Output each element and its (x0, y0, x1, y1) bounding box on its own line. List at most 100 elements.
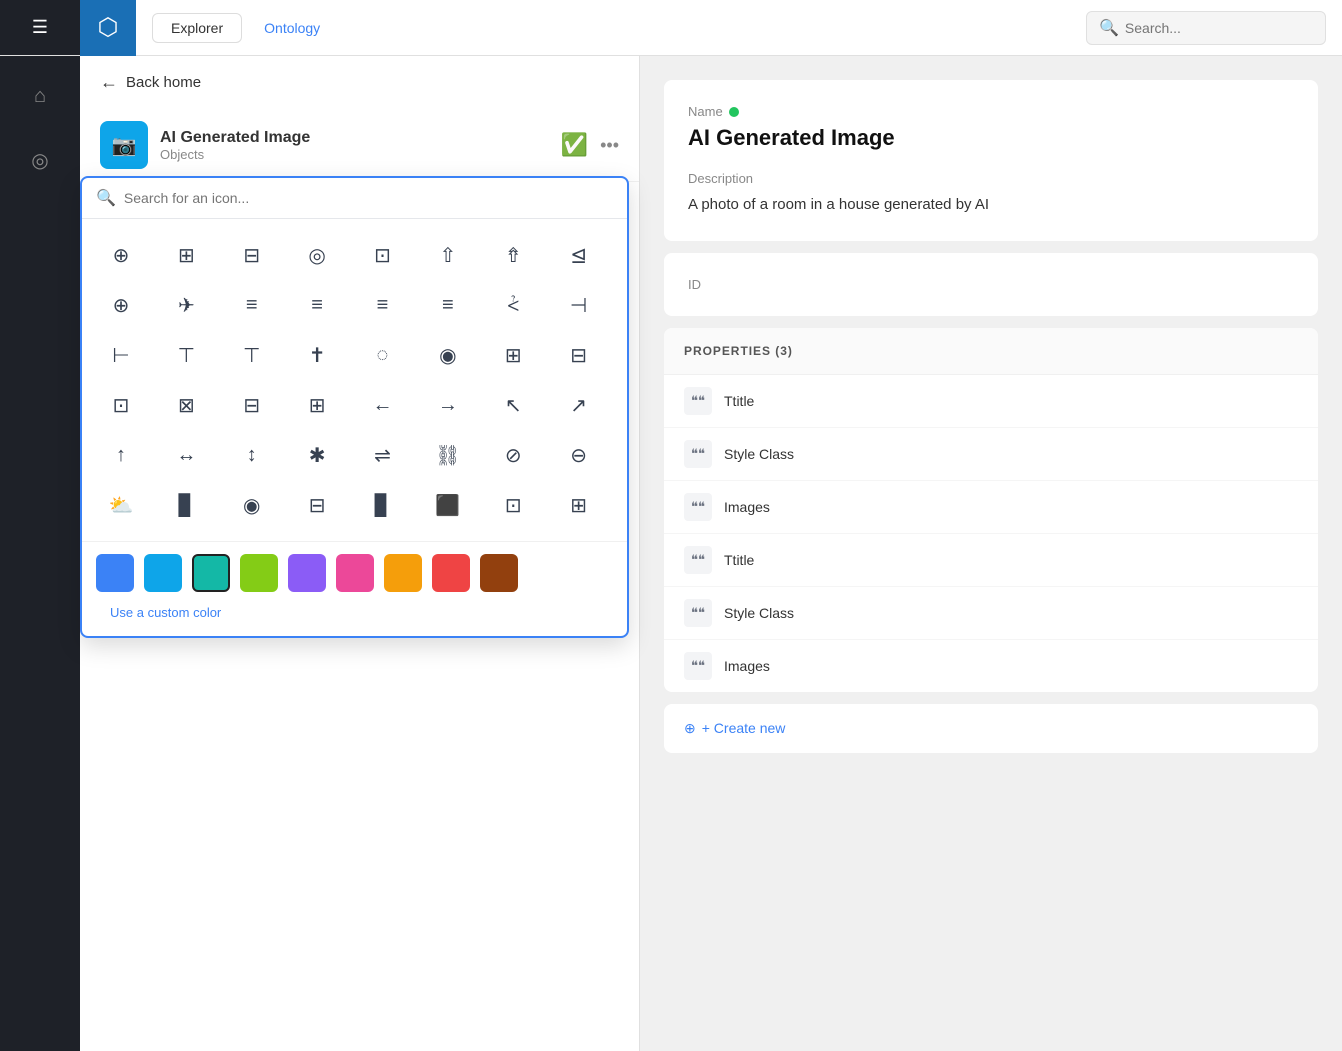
icon-cell[interactable]: ⊡ (94, 381, 148, 429)
sidebar-item-search[interactable]: ◎ (20, 140, 60, 180)
search-icon: 🔍 (1099, 18, 1119, 38)
panel-area: ← Back home 📷 AI Generated Image Objects… (80, 56, 640, 1051)
icon-cell[interactable]: ✝ (290, 331, 344, 379)
prop-icon-style-2: ❝❝ (684, 599, 712, 627)
detail-title: AI Generated Image (688, 125, 1294, 151)
icon-cell[interactable]: ⊤ (225, 331, 279, 379)
color-swatch-brown[interactable] (480, 554, 518, 592)
icon-cell[interactable]: ⊞ (290, 381, 344, 429)
entity-type: Objects (160, 147, 549, 162)
back-nav[interactable]: ← Back home (80, 56, 639, 109)
icon-cell[interactable]: ⇌ (356, 431, 410, 479)
icon-cell[interactable]: ↗ (552, 381, 606, 429)
color-swatch-blue[interactable] (96, 554, 134, 592)
icon-cell[interactable]: ≡ (356, 281, 410, 329)
property-row-4: ❝❝ Ttitle (664, 534, 1318, 587)
icon-cell[interactable]: ↕ (225, 431, 279, 479)
entity-header: 📷 AI Generated Image Objects ✅ ••• (80, 109, 639, 182)
icon-cell[interactable]: ✱ (290, 431, 344, 479)
icon-cell[interactable]: ◎ (290, 231, 344, 279)
icon-cell[interactable]: → (421, 381, 475, 429)
description-label: Description (688, 171, 1294, 186)
icon-cell[interactable]: ⊞ (486, 331, 540, 379)
icon-cell[interactable]: ⊟ (552, 331, 606, 379)
description-text: A photo of a room in a house generated b… (688, 194, 1294, 217)
icon-cell[interactable]: ⊖ (552, 431, 606, 479)
icon-cell[interactable]: ⊢ (94, 331, 148, 379)
color-swatch-purple[interactable] (288, 554, 326, 592)
icon-cell[interactable]: ⊟ (290, 481, 344, 529)
icon-cell[interactable]: ⊣ (552, 281, 606, 329)
icon-cell[interactable]: ⩻ (486, 281, 540, 329)
status-dot (729, 107, 739, 117)
icon-cell[interactable]: ↑ (94, 431, 148, 479)
icon-cell[interactable]: ⛓ (421, 431, 475, 479)
prop-name-style-2: Style Class (724, 605, 794, 621)
prop-icon-style-1: ❝❝ (684, 440, 712, 468)
property-row-3: ❝❝ Images (664, 481, 1318, 534)
properties-header: PROPERTIES (3) (664, 328, 1318, 375)
tab-explorer[interactable]: Explorer (152, 13, 242, 43)
color-swatch-lime[interactable] (240, 554, 278, 592)
back-arrow-icon: ← (100, 72, 118, 93)
properties-card: PROPERTIES (3) ❝❝ Ttitle ❝❝ Style Class … (664, 328, 1318, 692)
icon-cell[interactable]: ⛅ (94, 481, 148, 529)
icon-cell[interactable]: ≡ (421, 281, 475, 329)
icon-cell[interactable]: ⇮ (486, 231, 540, 279)
icon-cell[interactable]: ⊠ (159, 381, 213, 429)
icon-cell[interactable]: ◌ (356, 331, 410, 379)
icon-grid: ⊕ ⊞ ⊟ ◎ ⊡ ⇧ ⇮ ⊴ ⊕ ✈ ≡ ≡ ≡ ≡ ⩻ ⊣ ⊢ ⊤ ⊤ (82, 219, 627, 541)
check-icon: ✅ (561, 132, 588, 158)
icon-search-bar: 🔍 (82, 178, 627, 219)
icon-cell[interactable]: ⊡ (486, 481, 540, 529)
tab-ontology[interactable]: Ontology (246, 14, 338, 42)
global-search[interactable]: 🔍 (1086, 11, 1326, 45)
search-input[interactable] (1125, 20, 1313, 36)
color-swatch-amber[interactable] (384, 554, 422, 592)
icon-cell[interactable]: ✈ (159, 281, 213, 329)
property-row-5: ❝❝ Style Class (664, 587, 1318, 640)
left-sidebar: ⌂ ◎ (0, 56, 80, 1051)
color-swatch-pink[interactable] (336, 554, 374, 592)
icon-cell[interactable]: ◉ (421, 331, 475, 379)
color-swatch-sky[interactable] (144, 554, 182, 592)
icon-cell[interactable]: ⊟ (225, 381, 279, 429)
icon-cell[interactable]: ⇧ (421, 231, 475, 279)
entity-icon[interactable]: 📷 (100, 121, 148, 169)
icon-cell[interactable]: ⊴ (552, 231, 606, 279)
icon-cell[interactable]: ⊕ (94, 231, 148, 279)
icon-cell[interactable]: ⬛ (421, 481, 475, 529)
topbar: ☰ ⬡ Explorer Ontology 🔍 (0, 0, 1342, 56)
icon-cell[interactable]: ▊ (159, 481, 213, 529)
icon-cell[interactable]: ← (356, 381, 410, 429)
icon-cell[interactable]: ↖ (486, 381, 540, 429)
color-swatch-teal[interactable] (192, 554, 230, 592)
custom-color-link[interactable]: Use a custom color (96, 593, 235, 632)
icon-cell[interactable]: ⊟ (225, 231, 279, 279)
entity-info: AI Generated Image Objects (160, 129, 549, 162)
icon-cell[interactable]: ▊ (356, 481, 410, 529)
create-new-button[interactable]: ⊕ + Create new (664, 704, 1318, 753)
icon-cell[interactable]: ≡ (225, 281, 279, 329)
icon-cell[interactable]: ⊞ (552, 481, 606, 529)
property-row-1: ❝❝ Ttitle (664, 375, 1318, 428)
entity-name: AI Generated Image (160, 129, 549, 147)
plus-icon: ⊕ (684, 720, 696, 737)
icon-cell[interactable]: ≡ (290, 281, 344, 329)
color-swatch-red[interactable] (432, 554, 470, 592)
property-row-6: ❝❝ Images (664, 640, 1318, 692)
prop-name-ttitle-2: Ttitle (724, 552, 754, 568)
sidebar-item-home[interactable]: ⌂ (20, 76, 60, 116)
icon-cell[interactable]: ⊤ (159, 331, 213, 379)
icon-cell[interactable]: ◉ (225, 481, 279, 529)
icon-cell[interactable]: ↔ (159, 431, 213, 479)
prop-name-ttitle-1: Ttitle (724, 393, 754, 409)
hamburger-icon: ☰ (32, 17, 48, 38)
icon-cell[interactable]: ⊕ (94, 281, 148, 329)
sidebar-toggle[interactable]: ☰ (0, 0, 80, 55)
icon-cell[interactable]: ⊘ (486, 431, 540, 479)
icon-cell[interactable]: ⊞ (159, 231, 213, 279)
icon-cell[interactable]: ⊡ (356, 231, 410, 279)
more-options-icon[interactable]: ••• (600, 135, 619, 156)
icon-search-input[interactable] (124, 190, 613, 206)
